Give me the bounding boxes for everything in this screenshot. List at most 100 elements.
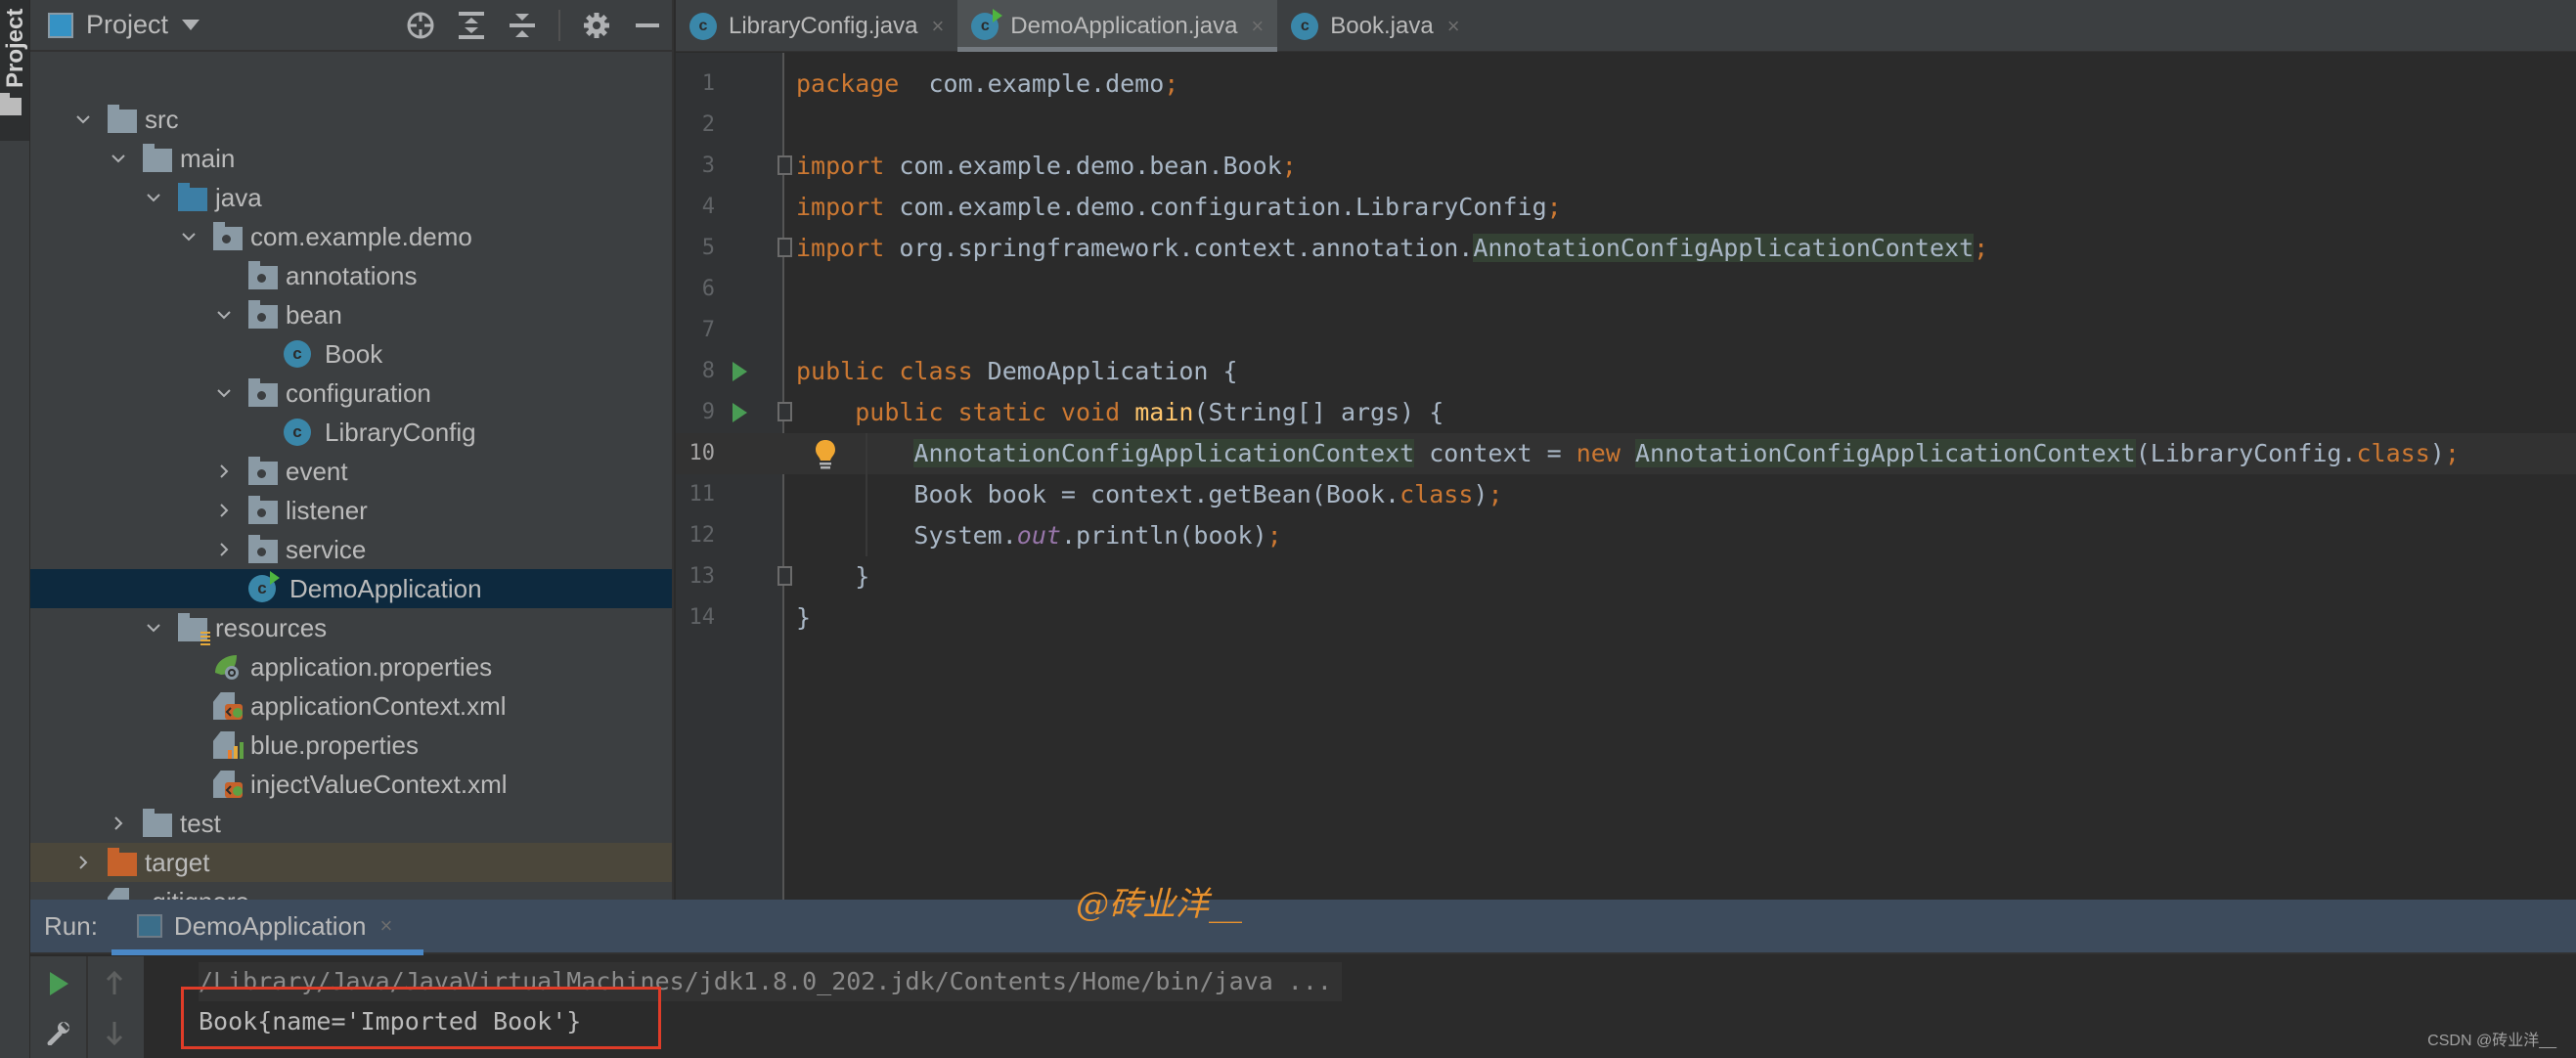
resources-folder-icon: [178, 613, 210, 645]
collapse-all-icon[interactable]: [508, 11, 537, 40]
editor-tab[interactable]: c LibraryConfig.java ×: [676, 0, 957, 52]
chevron-right-icon[interactable]: [110, 814, 127, 833]
close-icon[interactable]: ×: [379, 913, 392, 939]
tree-item[interactable]: bean: [30, 295, 672, 334]
tree-item[interactable]: c LibraryConfig: [30, 413, 672, 452]
keyword-token: class: [2356, 439, 2430, 467]
tree-item[interactable]: service: [30, 530, 672, 569]
code-token: System.: [796, 521, 1017, 550]
code-text: import com.example.demo.bean.Book;: [796, 146, 1297, 187]
tree-item[interactable]: listener: [30, 491, 672, 530]
folder-icon: [0, 93, 22, 115]
line-number: 2: [701, 112, 715, 137]
tree-item[interactable]: com.example.demo: [30, 217, 672, 256]
tree-item[interactable]: blue.properties: [30, 726, 672, 765]
tree-item[interactable]: resources: [30, 608, 672, 647]
chevron-down-icon[interactable]: [110, 149, 127, 168]
line-number: 7: [701, 318, 715, 342]
fold-marker-icon[interactable]: [777, 566, 792, 586]
project-tool-window-button[interactable]: Project: [0, 0, 29, 141]
chevron-right-icon[interactable]: [215, 462, 233, 481]
minimize-icon[interactable]: [633, 11, 662, 40]
locate-icon[interactable]: [406, 11, 435, 40]
tree-item[interactable]: application.properties: [30, 647, 672, 686]
line-number: 4: [701, 195, 715, 219]
run-panel: Run: DemoApplication × /Library/Java/Jav…: [30, 900, 2576, 1058]
code-line[interactable]: 4 import com.example.demo.configuration.L…: [676, 187, 2576, 228]
code-line[interactable]: 14}: [676, 597, 2576, 639]
tree-item[interactable]: event: [30, 452, 672, 491]
chevron-down-icon[interactable]: [145, 188, 162, 207]
line-number: 12: [688, 523, 716, 548]
code-line[interactable]: 2: [676, 105, 2576, 146]
code-line[interactable]: 9 public static void main(String[] args)…: [676, 392, 2576, 433]
code-line[interactable]: 6: [676, 269, 2576, 310]
keyword-token: package: [796, 69, 900, 98]
run-gutter-icon[interactable]: [733, 362, 747, 381]
chevron-right-icon[interactable]: [74, 853, 92, 872]
run-gutter-icon[interactable]: [733, 403, 747, 422]
chevron-down-icon[interactable]: [145, 618, 162, 638]
arrow-down-icon[interactable]: [95, 1013, 134, 1052]
editor-tab[interactable]: c DemoApplication.java ×: [957, 0, 1278, 52]
expand-all-icon[interactable]: [457, 11, 486, 40]
project-view-title[interactable]: Project: [86, 10, 168, 40]
tree-item[interactable]: annotations: [30, 256, 672, 295]
chevron-right-icon[interactable]: [215, 501, 233, 520]
tree-item[interactable]: c DemoApplication: [30, 569, 672, 608]
close-icon[interactable]: ×: [1447, 14, 1460, 39]
code-line[interactable]: 13 }: [676, 556, 2576, 597]
gear-icon[interactable]: [582, 11, 611, 40]
code-line[interactable]: 10 AnnotationConfigApplicationContext co…: [676, 433, 2576, 474]
tree-item[interactable]: java: [30, 178, 672, 217]
code-line[interactable]: 11 Book book = context.getBean(Book.clas…: [676, 474, 2576, 515]
tree-item[interactable]: configuration: [30, 374, 672, 413]
java-class-icon: c: [1291, 12, 1319, 40]
fold-marker-icon[interactable]: [777, 155, 792, 175]
code-line[interactable]: 1 package com.example.demo;: [676, 64, 2576, 105]
close-icon[interactable]: ×: [1251, 14, 1264, 39]
tree-item[interactable]: src: [30, 100, 672, 139]
chevron-down-icon[interactable]: [215, 305, 233, 325]
line-number: 14: [688, 605, 716, 630]
code-line[interactable]: 3 import com.example.demo.bean.Book;: [676, 146, 2576, 187]
run-tab-demo-application[interactable]: DemoApplication ×: [111, 899, 424, 955]
code-editor[interactable]: 1 package com.example.demo; 2 3 import com.e…: [676, 53, 2576, 900]
code-line[interactable]: 5 import org.springframework.context.anno…: [676, 228, 2576, 269]
fold-marker-icon[interactable]: [777, 402, 792, 421]
editor-tab[interactable]: c Book.java ×: [1277, 0, 1473, 52]
code-text: import org.springframework.context.annot…: [796, 228, 1988, 269]
tree-item[interactable]: test: [30, 804, 672, 843]
tree-item[interactable]: target: [30, 843, 672, 882]
code-line[interactable]: 7: [676, 310, 2576, 351]
code-line[interactable]: 12 System.out.println(book);: [676, 515, 2576, 556]
spring-xml-icon: [213, 771, 243, 798]
keyword-token: ;: [1974, 234, 1989, 262]
chevron-down-icon[interactable]: [182, 20, 200, 30]
code-token: (LibraryConfig.: [2135, 439, 2357, 467]
chevron-down-icon[interactable]: [74, 110, 92, 129]
package-icon: [248, 378, 278, 407]
tree-item[interactable]: main: [30, 139, 672, 178]
code-token: com.example.demo.configuration.LibraryCo…: [884, 193, 1547, 221]
close-icon[interactable]: ×: [931, 14, 944, 39]
tree-item[interactable]: injectValueContext.xml: [30, 765, 672, 804]
chevron-right-icon[interactable]: [215, 540, 233, 559]
code-line[interactable]: 8 public class DemoApplication {: [676, 351, 2576, 392]
runnable-class-icon: c: [248, 575, 278, 602]
chevron-down-icon[interactable]: [215, 383, 233, 403]
wrench-icon[interactable]: [39, 1013, 78, 1052]
code-token: }: [796, 603, 812, 632]
arrow-up-icon[interactable]: [95, 964, 134, 1003]
tree-item-label: Book: [325, 338, 383, 369]
tree-item[interactable]: applicationContext.xml: [30, 686, 672, 726]
console-output[interactable]: /Library/Java/JavaVirtualMachines/jdk1.8…: [144, 956, 2576, 1058]
rerun-icon[interactable]: [39, 964, 78, 1003]
code-text: AnnotationConfigApplicationContext conte…: [796, 433, 2460, 474]
tree-item[interactable]: c Book: [30, 334, 672, 374]
fold-marker-icon[interactable]: [777, 238, 792, 257]
project-view-icon: [48, 12, 73, 38]
chevron-down-icon[interactable]: [180, 227, 198, 246]
tree-item-label: event: [286, 456, 348, 486]
